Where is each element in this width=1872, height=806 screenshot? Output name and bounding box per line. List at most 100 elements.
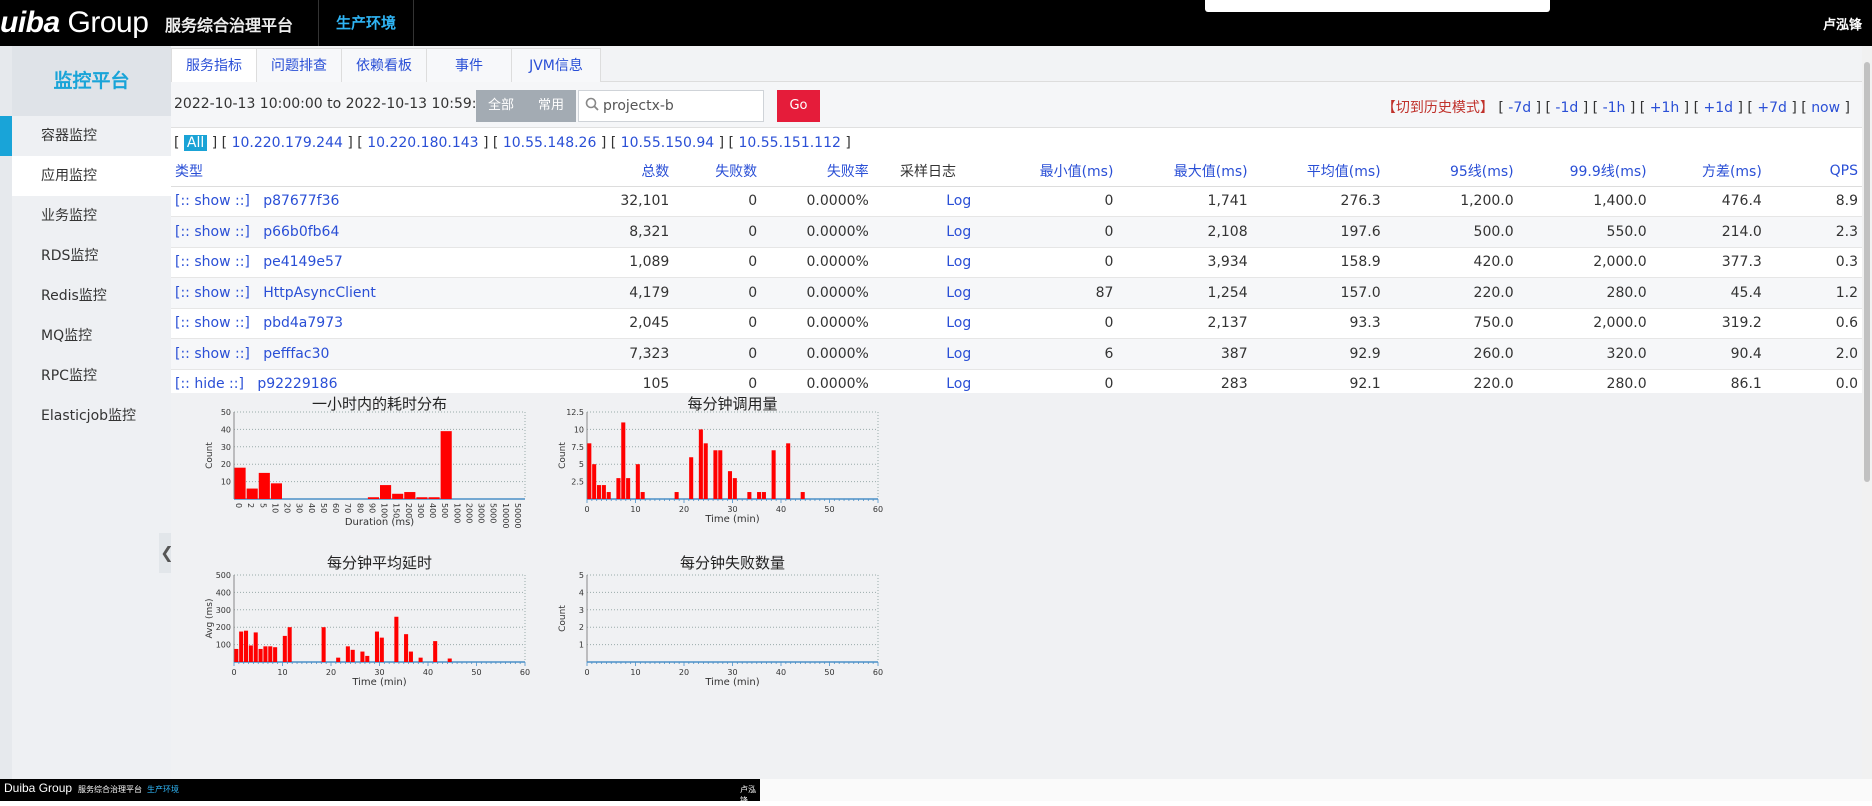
seg-all-button[interactable]: 全部 bbox=[476, 90, 526, 122]
user-name[interactable]: 卢泓锋 bbox=[1823, 14, 1862, 33]
log-link[interactable]: Log bbox=[872, 277, 984, 309]
time-nav-link[interactable]: +7d bbox=[1757, 100, 1787, 116]
x-tick-label: 5000 bbox=[489, 503, 498, 523]
time-nav-link[interactable]: -7d bbox=[1508, 100, 1531, 116]
chart-bar bbox=[394, 616, 399, 662]
ip-all-button[interactable]: All bbox=[183, 135, 208, 151]
tab-2[interactable]: 依赖看板 bbox=[341, 48, 427, 82]
env-tab-production[interactable]: 生产环境 bbox=[318, 0, 414, 46]
chart-bar bbox=[635, 464, 640, 499]
table-header-cell[interactable]: 95线(ms) bbox=[1384, 156, 1518, 187]
table-header-cell[interactable]: 总数 bbox=[585, 156, 674, 187]
x-tick-label: 20 bbox=[679, 505, 689, 514]
tab-1[interactable]: 问题排查 bbox=[256, 48, 342, 82]
time-nav-link[interactable]: now bbox=[1811, 100, 1840, 116]
toggle-link[interactable]: [:: show ::] bbox=[175, 346, 250, 362]
bottom-env: 生产环境 bbox=[147, 785, 179, 794]
log-link[interactable]: Log bbox=[872, 338, 984, 370]
chart-bar bbox=[703, 443, 708, 499]
time-nav-link[interactable]: -1d bbox=[1555, 100, 1578, 116]
search-input[interactable] bbox=[603, 95, 759, 117]
service-name-link[interactable]: pefffac30 bbox=[263, 346, 329, 362]
top-search-field[interactable] bbox=[1205, 0, 1550, 12]
x-axis-label: Time (min) bbox=[704, 677, 759, 688]
log-link[interactable]: Log bbox=[872, 186, 984, 217]
y-tick-label: 7.5 bbox=[571, 443, 584, 452]
table-header-cell[interactable]: 失败率 bbox=[761, 156, 873, 187]
y-tick-label: 4 bbox=[579, 588, 584, 597]
sidebar-item-7[interactable]: Elasticjob监控 bbox=[12, 396, 171, 436]
time-nav-link[interactable]: +1d bbox=[1704, 100, 1734, 116]
time-nav-link[interactable]: +1h bbox=[1650, 100, 1680, 116]
service-name-link[interactable]: p66b0fb64 bbox=[263, 224, 339, 240]
bottom-preview-area bbox=[760, 779, 1872, 801]
sidebar-item-0[interactable]: 容器监控 bbox=[12, 116, 171, 156]
chart-bar bbox=[404, 634, 409, 662]
y-tick-label: 3 bbox=[579, 606, 584, 615]
toggle-link[interactable]: [:: hide ::] bbox=[175, 376, 244, 392]
y-tick-label: 50 bbox=[221, 408, 231, 417]
cell-max: 3,934 bbox=[1117, 247, 1252, 278]
vertical-scrollbar[interactable] bbox=[1862, 46, 1872, 779]
sidebar-item-4[interactable]: Redis监控 bbox=[12, 276, 171, 316]
table-header-cell[interactable]: QPS bbox=[1765, 156, 1862, 187]
service-name-link[interactable]: p87677f36 bbox=[263, 193, 339, 209]
sidebar-item-5[interactable]: MQ监控 bbox=[12, 316, 171, 356]
y-tick-label: 5 bbox=[579, 460, 584, 469]
tab-4[interactable]: JVM信息 bbox=[511, 48, 601, 82]
log-link[interactable]: Log bbox=[872, 247, 984, 278]
chart-bar bbox=[786, 443, 791, 499]
ip-link[interactable]: 10.55.148.26 bbox=[503, 135, 597, 151]
chart-bar bbox=[698, 429, 703, 499]
service-name-link[interactable]: pbd4a7973 bbox=[263, 315, 343, 331]
ip-link[interactable]: 10.55.151.112 bbox=[738, 135, 840, 151]
go-button[interactable]: Go bbox=[777, 90, 820, 122]
log-link[interactable]: Log bbox=[872, 216, 984, 248]
chart-bar bbox=[626, 478, 631, 499]
cell-p95: 500.0 bbox=[1384, 216, 1518, 248]
seg-common-button[interactable]: 常用 bbox=[526, 90, 576, 122]
table-header-cell[interactable]: 平均值(ms) bbox=[1251, 156, 1385, 187]
table-header-cell[interactable]: 最大值(ms) bbox=[1117, 156, 1252, 187]
sidebar-item-2[interactable]: 业务监控 bbox=[12, 196, 171, 236]
scrollbar-thumb[interactable] bbox=[1864, 62, 1870, 482]
cell-std: 377.3 bbox=[1650, 247, 1766, 278]
brand-logo[interactable]: uiba Group bbox=[0, 6, 149, 40]
table-header-cell[interactable]: 最小值(ms) bbox=[983, 156, 1118, 187]
table-header-cell[interactable]: 方差(ms) bbox=[1650, 156, 1766, 187]
cell-total: 7,323 bbox=[585, 338, 674, 370]
service-name-link[interactable]: p92229186 bbox=[257, 376, 337, 392]
cell-qps: 1.2 bbox=[1765, 277, 1862, 309]
chart-bar bbox=[747, 492, 752, 499]
tab-0[interactable]: 服务指标 bbox=[171, 48, 257, 83]
sidebar-item-6[interactable]: RPC监控 bbox=[12, 356, 171, 396]
toggle-link[interactable]: [:: show ::] bbox=[175, 315, 250, 331]
y-tick-label: 2 bbox=[579, 623, 584, 632]
toggle-link[interactable]: [:: show ::] bbox=[175, 193, 250, 209]
time-nav-link[interactable]: -1h bbox=[1603, 100, 1626, 116]
cell-min: 6 bbox=[983, 338, 1118, 370]
table-header-cell[interactable]: 99.9线(ms) bbox=[1517, 156, 1651, 187]
toggle-link[interactable]: [:: show ::] bbox=[175, 285, 250, 301]
type-cell: [:: show ::] pefffac30 bbox=[171, 338, 586, 370]
table-header-cell[interactable]: 采样日志 bbox=[872, 156, 984, 187]
log-link[interactable]: Log bbox=[872, 308, 984, 339]
tab-3[interactable]: 事件 bbox=[426, 48, 512, 82]
cell-total: 4,179 bbox=[585, 277, 674, 309]
ip-link[interactable]: 10.220.180.143 bbox=[367, 135, 478, 151]
x-tick-label: 70 bbox=[343, 503, 352, 513]
history-mode-link[interactable]: 【切到历史模式】 bbox=[1382, 100, 1494, 116]
ip-link[interactable]: 10.55.150.94 bbox=[621, 135, 715, 151]
sidebar-item-3[interactable]: RDS监控 bbox=[12, 236, 171, 276]
toggle-link[interactable]: [:: show ::] bbox=[175, 224, 250, 240]
table-header-cell[interactable]: 类型 bbox=[171, 156, 586, 187]
sidebar-item-1[interactable]: 应用监控 bbox=[12, 156, 171, 196]
service-name-link[interactable]: HttpAsyncClient bbox=[263, 285, 376, 301]
service-name-link[interactable]: pe4149e57 bbox=[263, 254, 343, 270]
toggle-link[interactable]: [:: show ::] bbox=[175, 254, 250, 270]
ip-link[interactable]: 10.220.179.244 bbox=[232, 135, 343, 151]
chart-bar bbox=[246, 488, 258, 499]
table-header-cell[interactable]: 失败数 bbox=[673, 156, 762, 187]
brand-logo-mark: uiba bbox=[0, 6, 60, 39]
cell-avg: 157.0 bbox=[1251, 277, 1385, 309]
